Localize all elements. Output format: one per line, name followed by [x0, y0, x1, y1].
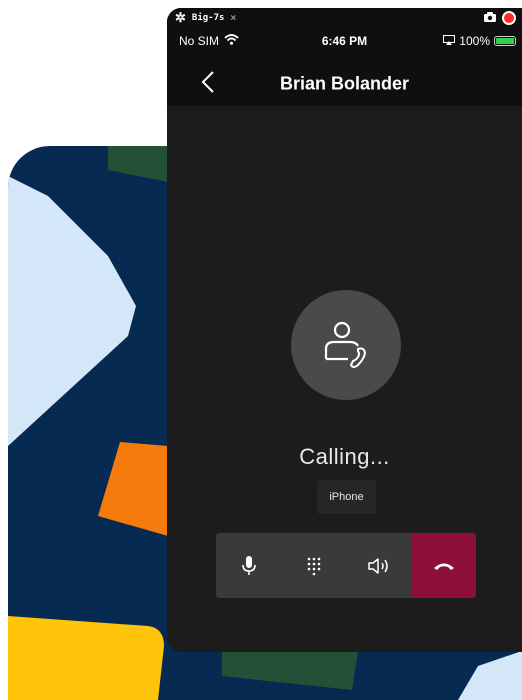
navigation-bar: Brian Bolander — [167, 50, 522, 106]
hang-up-icon — [433, 563, 454, 570]
gear-icon[interactable]: ✲ — [175, 10, 186, 26]
close-icon[interactable]: × — [230, 13, 236, 24]
call-controls — [216, 533, 476, 598]
mute-button[interactable] — [216, 533, 281, 598]
battery-percentage: 100% — [459, 34, 490, 48]
audio-device[interactable]: iPhone — [317, 480, 376, 514]
dialpad-icon — [307, 557, 320, 575]
person-phone-icon — [324, 321, 367, 368]
simulator-bar: ✲ Big-7s × — [167, 8, 522, 28]
contact-name: Brian Bolander — [279, 73, 410, 94]
end-call-button[interactable] — [411, 533, 476, 598]
camera-icon[interactable] — [484, 12, 496, 25]
call-status: Calling... — [299, 444, 390, 469]
speaker-button[interactable] — [346, 533, 411, 598]
simulator-title: Big-7s — [191, 13, 225, 23]
record-icon[interactable] — [502, 11, 516, 25]
phone-screen: ✲ Big-7s × No SIM 6:46 PM 100% Brian Bol… — [167, 8, 522, 652]
caller-avatar — [291, 290, 401, 400]
microphone-icon — [241, 555, 256, 575]
airplay-icon — [443, 34, 456, 48]
battery-icon — [494, 36, 516, 46]
status-bar: No SIM 6:46 PM 100% — [167, 28, 522, 50]
dialpad-button[interactable] — [281, 533, 346, 598]
speaker-icon — [367, 557, 388, 574]
